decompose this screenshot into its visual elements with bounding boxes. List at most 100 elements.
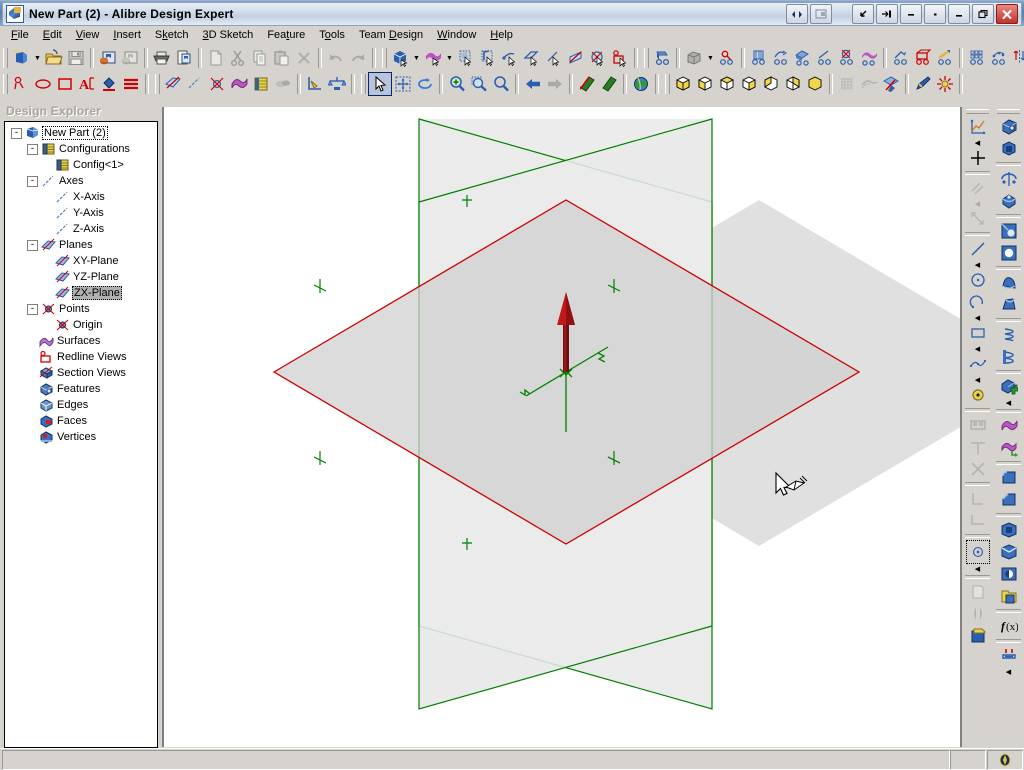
rail-arrow-4[interactable]: ◀ (962, 313, 993, 322)
extend-gray-button[interactable] (967, 488, 989, 510)
add-feature-button[interactable] (998, 376, 1020, 398)
line-tool-button[interactable] (967, 238, 989, 260)
tree-expander[interactable]: - (27, 303, 38, 315)
menu-window[interactable]: Window (430, 28, 483, 42)
toolbar-grip[interactable] (155, 74, 160, 94)
copy-button[interactable] (249, 47, 271, 69)
view-back-button[interactable] (782, 73, 804, 95)
view-left-button[interactable] (760, 73, 782, 95)
check-out-button[interactable] (119, 47, 141, 69)
activate-2d-sketch-button[interactable] (10, 73, 32, 95)
paste-button[interactable] (271, 47, 293, 69)
equation-button[interactable]: f (x) (998, 615, 1020, 637)
tree-item-new-part-2[interactable]: - New Part (2) (7, 125, 157, 141)
helix-button[interactable] (890, 47, 912, 69)
select-vertex-button[interactable] (499, 47, 521, 69)
mirror-button[interactable] (1010, 47, 1024, 69)
toolbar-grip[interactable] (644, 48, 649, 68)
tree-item-config-1[interactable]: Config<1> (7, 157, 157, 173)
rail-grip[interactable] (997, 109, 1020, 114)
restore-split-button[interactable] (786, 4, 808, 24)
dimension-gray-button[interactable] (967, 208, 989, 230)
select-face-button[interactable] (455, 47, 477, 69)
normal-to-button[interactable] (576, 73, 598, 95)
pin-button[interactable] (876, 4, 898, 24)
menu-file[interactable]: File (4, 28, 36, 42)
tree-item-configurations[interactable]: - Configurations (7, 141, 157, 157)
offset-gray-button[interactable] (967, 436, 989, 458)
cut-extrude-button[interactable] (716, 47, 738, 69)
toolbar-grip[interactable] (3, 74, 8, 94)
axis-button[interactable] (184, 73, 206, 95)
design-explorer-tree[interactable]: - New Part (2) - Configurations Config<1> - Ax… (4, 121, 158, 748)
weld-button[interactable] (998, 645, 1020, 667)
tree-item-x-axis[interactable]: X-Axis (7, 189, 157, 205)
helical-cut-button[interactable] (998, 346, 1020, 368)
print-preview-button[interactable] (173, 47, 195, 69)
tree-item-xy-plane[interactable]: XY-Plane (7, 253, 157, 269)
select-plane-button[interactable] (521, 47, 543, 69)
point-button[interactable] (206, 73, 228, 95)
menu-3d-sketch[interactable]: 3D Sketch (196, 28, 261, 42)
select-arrow-button[interactable] (368, 72, 392, 96)
rail-arrow-3[interactable]: ◀ (962, 260, 993, 269)
menu-team-design[interactable]: Team Design (352, 28, 430, 42)
tree-item-origin[interactable]: Origin (7, 317, 157, 333)
feature-wheel-button[interactable] (651, 47, 673, 69)
shell-button[interactable] (792, 47, 814, 69)
check-in-button[interactable] (97, 47, 119, 69)
config-table-button[interactable] (250, 73, 272, 95)
sketch-figure-button[interactable] (967, 116, 989, 138)
measure-button[interactable] (304, 73, 326, 95)
select-edge-button[interactable] (477, 47, 499, 69)
menu-edit[interactable]: Edit (36, 28, 69, 42)
3d-viewport[interactable] (164, 107, 960, 747)
physical-properties-button[interactable] (326, 73, 348, 95)
tree-item-points[interactable]: - Points (7, 301, 157, 317)
menu-help[interactable]: Help (483, 28, 520, 42)
toolbar-grip[interactable] (361, 74, 366, 94)
mirror-gray-button[interactable] (967, 603, 989, 625)
delete-button[interactable] (293, 47, 315, 69)
boss-extrude-button[interactable] (683, 47, 705, 69)
menu-sketch[interactable]: Sketch (148, 28, 196, 42)
save-button[interactable] (65, 47, 87, 69)
chamfer-blue-button[interactable] (998, 489, 1020, 511)
select-annotation-button[interactable] (587, 47, 609, 69)
sweep-cut-button[interactable] (998, 242, 1020, 264)
tree-expander[interactable]: - (27, 239, 38, 251)
tree-item-surfaces[interactable]: Surfaces (7, 333, 157, 349)
select-solid-dropdown-arrow[interactable]: ▼ (411, 47, 422, 69)
mdi-restore-button[interactable] (924, 4, 946, 24)
maximize-button[interactable] (972, 4, 994, 24)
select-axis-button[interactable] (543, 47, 565, 69)
undo-button[interactable] (325, 47, 347, 69)
surface-button[interactable] (228, 73, 250, 95)
point-yellow-button[interactable] (967, 384, 989, 406)
select-dotted-button[interactable] (965, 540, 990, 564)
view-shaded-button[interactable] (804, 73, 826, 95)
menu-tools[interactable]: Tools (312, 28, 352, 42)
revolve-boss-button[interactable] (998, 168, 1020, 190)
rail-arrow-7[interactable]: ◀ (962, 564, 993, 573)
tree-item-yz-plane[interactable]: YZ-Plane (7, 269, 157, 285)
select-surface-button[interactable] (422, 47, 444, 69)
globe-view-button[interactable] (630, 73, 652, 95)
tree-expander[interactable]: - (11, 127, 22, 139)
extrude-boss-button[interactable] (998, 116, 1020, 138)
undo-arrow-button[interactable] (852, 4, 874, 24)
wireframe-button[interactable] (836, 73, 858, 95)
revolve-cut-button[interactable] (998, 190, 1020, 212)
arc-tool-button[interactable] (967, 291, 989, 313)
boss-extrude-dropdown-arrow[interactable]: ▼ (705, 47, 716, 69)
tree-item-y-axis[interactable]: Y-Axis (7, 205, 157, 221)
circle-tool-button[interactable] (967, 269, 989, 291)
ellipse-button[interactable] (32, 73, 54, 95)
menu-insert[interactable]: Insert (106, 28, 148, 42)
tree-item-planes[interactable]: - Planes (7, 237, 157, 253)
fill-button[interactable] (98, 73, 120, 95)
tree-item-faces[interactable]: Faces (7, 413, 157, 429)
mdi-minimize-button[interactable] (900, 4, 922, 24)
next-view-button[interactable] (544, 73, 566, 95)
chamfer-button[interactable] (836, 47, 858, 69)
